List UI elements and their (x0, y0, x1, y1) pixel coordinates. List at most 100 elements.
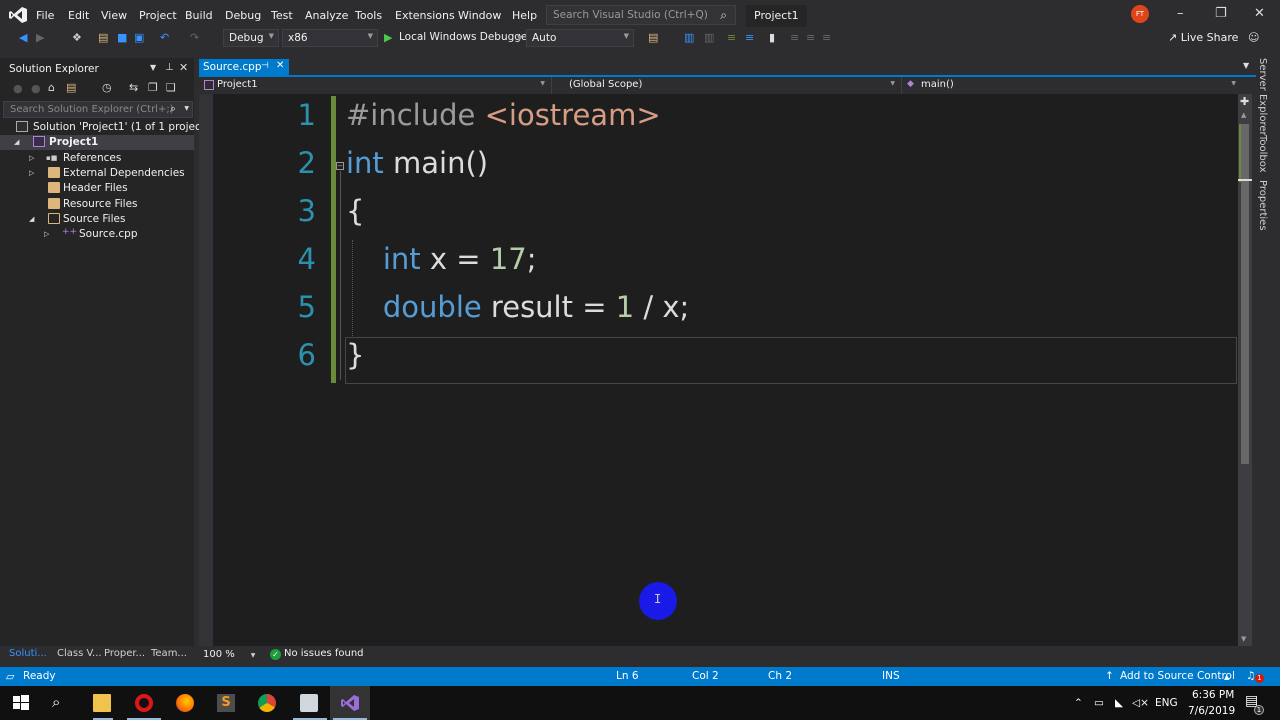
scroll-up-icon[interactable]: ▲ (1241, 111, 1246, 119)
tree-item-solution[interactable]: Solution 'Project1' (1 of 1 project) (0, 120, 209, 135)
pin-icon[interactable]: ⊥ (165, 62, 174, 73)
wifi-icon[interactable]: ◣ (1115, 697, 1123, 709)
menu-debug[interactable]: Debug (225, 9, 261, 22)
dropdown-icon[interactable]: ▼ (150, 63, 156, 72)
tree-item-source-files[interactable]: ◢ Source Files (0, 212, 194, 227)
save-icon[interactable]: ■ (117, 31, 127, 44)
menu-file[interactable]: File (36, 9, 54, 22)
collapsed-arrow-icon[interactable]: ▷ (29, 169, 34, 177)
member-dropdown[interactable]: ◆ main() ▼ (902, 77, 1242, 94)
menu-window[interactable]: Window (458, 9, 501, 22)
opera-icon[interactable] (135, 694, 153, 712)
tree-item-project[interactable]: ◢ Project1 (0, 135, 194, 150)
live-share-button[interactable]: ↗ Live Share (1168, 31, 1238, 44)
pin-icon[interactable]: ⊣ (261, 61, 269, 71)
menu-edit[interactable]: Edit (68, 9, 89, 22)
firefox-icon[interactable] (176, 694, 194, 712)
chevron-up-icon[interactable]: ▲ (1224, 673, 1229, 681)
code-line[interactable]: int main() (346, 146, 488, 180)
close-icon[interactable]: ✕ (179, 61, 188, 74)
file-explorer-icon[interactable] (93, 694, 111, 712)
split-window-icon[interactable]: ✚ (1240, 95, 1249, 108)
home-icon[interactable]: ⌂ (48, 81, 55, 94)
restore-button[interactable]: ❐ (1215, 6, 1227, 21)
volume-muted-icon[interactable]: ◁× (1132, 697, 1149, 709)
code-line[interactable]: double result = 1 / x; (346, 290, 689, 324)
add-to-source-control-button[interactable]: Add to Source Control (1120, 670, 1235, 682)
scope-dropdown[interactable]: (Global Scope) ▼ (557, 77, 902, 94)
show-hidden-icons-icon[interactable]: ⌃ (1074, 697, 1083, 709)
menu-help[interactable]: Help (512, 9, 537, 22)
clock-time[interactable]: 6:36 PM (1192, 689, 1234, 701)
scrollbar-thumb[interactable] (1241, 124, 1249, 464)
code-line[interactable]: int x = 17; (346, 242, 537, 276)
sublime-text-icon[interactable]: S (217, 694, 235, 712)
configuration-select[interactable]: Debug ▼ (223, 29, 279, 47)
new-project-icon[interactable]: ❖ (72, 31, 82, 44)
undo-icon[interactable]: ↶ (160, 31, 169, 44)
tree-item-header-files[interactable]: Header Files (0, 181, 194, 196)
back-icon[interactable]: ◀ (19, 31, 27, 44)
menu-tools[interactable]: Tools (355, 9, 382, 22)
search-icon[interactable]: ⌕ (170, 102, 176, 116)
issues-indicator[interactable]: ✓ No issues found (270, 648, 364, 660)
forward-icon[interactable]: ● (31, 82, 41, 95)
code-line[interactable]: #include <iostream> (346, 98, 661, 132)
tab-source-cpp[interactable]: Source.cpp ⊣ ✕ (199, 59, 289, 76)
notifications-bell-icon[interactable]: ♫ (1246, 670, 1255, 682)
find-in-files-icon[interactable]: ▤ (648, 31, 658, 44)
feedback-icon[interactable]: ☺ (1248, 31, 1259, 44)
minimize-button[interactable]: – (1177, 6, 1184, 21)
switch-views-icon[interactable]: ▤ (66, 81, 76, 94)
solution-explorer-icon[interactable]: ▥ (684, 31, 694, 44)
scroll-down-icon[interactable]: ▼ (1241, 635, 1246, 643)
forward-icon[interactable]: ▶ (36, 31, 44, 44)
start-icon[interactable] (12, 694, 30, 712)
expanded-arrow-icon[interactable]: ◢ (14, 138, 19, 146)
search-icon[interactable]: ⌕ (720, 8, 727, 23)
back-icon[interactable]: ● (13, 82, 23, 95)
tree-item-resource-files[interactable]: Resource Files (0, 197, 194, 212)
debug-target-select[interactable]: Auto ▼ (526, 29, 634, 47)
clock-date[interactable]: 7/6/2019 (1188, 705, 1235, 717)
project-dropdown[interactable]: Project1 ▼ (199, 77, 552, 94)
tree-item-source-cpp[interactable]: ▷ ++ Source.cpp (0, 227, 194, 242)
collapsed-arrow-icon[interactable]: ▷ (44, 230, 49, 238)
menu-extensions[interactable]: Extensions (395, 9, 455, 22)
bookmark-icon[interactable]: ▮ (769, 31, 775, 44)
chevron-down-icon[interactable]: ▼ (184, 105, 189, 112)
tab-property-manager[interactable]: Proper... (104, 648, 145, 659)
tab-server-explorer[interactable]: Server Explorer (1257, 58, 1268, 136)
menu-analyze[interactable]: Analyze (305, 9, 348, 22)
search-input[interactable]: Search Visual Studio (Ctrl+Q) ⌕ (546, 5, 736, 25)
properties-icon[interactable]: ▥ (704, 31, 714, 44)
sync-icon[interactable]: ⇆ (129, 81, 138, 94)
code-line[interactable]: } (346, 338, 364, 372)
menu-build[interactable]: Build (185, 9, 213, 22)
close-icon[interactable]: ✕ (276, 60, 284, 71)
uncomment-icon[interactable]: ≡ (745, 31, 754, 44)
solution-explorer-search-input[interactable]: Search Solution Explorer (Ctrl+;) ⌕ ▼ (3, 101, 193, 118)
zoom-level-select[interactable]: 100 % ▼ (203, 649, 255, 660)
tab-toolbox[interactable]: Toolbox (1257, 135, 1268, 173)
tab-list-dropdown-icon[interactable]: ▼ (1243, 61, 1249, 70)
start-debug-icon[interactable]: ▶ (384, 31, 392, 44)
expanded-arrow-icon[interactable]: ◢ (29, 215, 34, 223)
show-all-files-icon[interactable]: ❑ (166, 81, 176, 94)
prev-bookmark-icon[interactable]: ≡ (790, 31, 799, 44)
collapse-all-icon[interactable]: ❐ (148, 81, 158, 94)
tree-item-references[interactable]: ▷ ▪■ References (0, 151, 194, 166)
redo-icon[interactable]: ↷ (190, 31, 199, 44)
comment-icon[interactable]: ≡ (727, 31, 736, 44)
menu-view[interactable]: View (101, 9, 127, 22)
chevron-down-icon[interactable]: ▼ (517, 34, 522, 42)
tab-class-view[interactable]: Class V... (57, 648, 102, 659)
search-icon[interactable]: ⌕ (52, 693, 60, 711)
network-app-icon[interactable] (300, 694, 318, 712)
battery-icon[interactable]: ▭ (1094, 697, 1104, 709)
tab-properties[interactable]: Properties (1257, 180, 1268, 231)
open-file-icon[interactable]: ▤ (98, 31, 108, 44)
language-indicator[interactable]: ENG (1155, 697, 1178, 709)
start-debug-button[interactable]: Local Windows Debugger (399, 31, 532, 43)
collapsed-arrow-icon[interactable]: ▷ (29, 154, 34, 162)
